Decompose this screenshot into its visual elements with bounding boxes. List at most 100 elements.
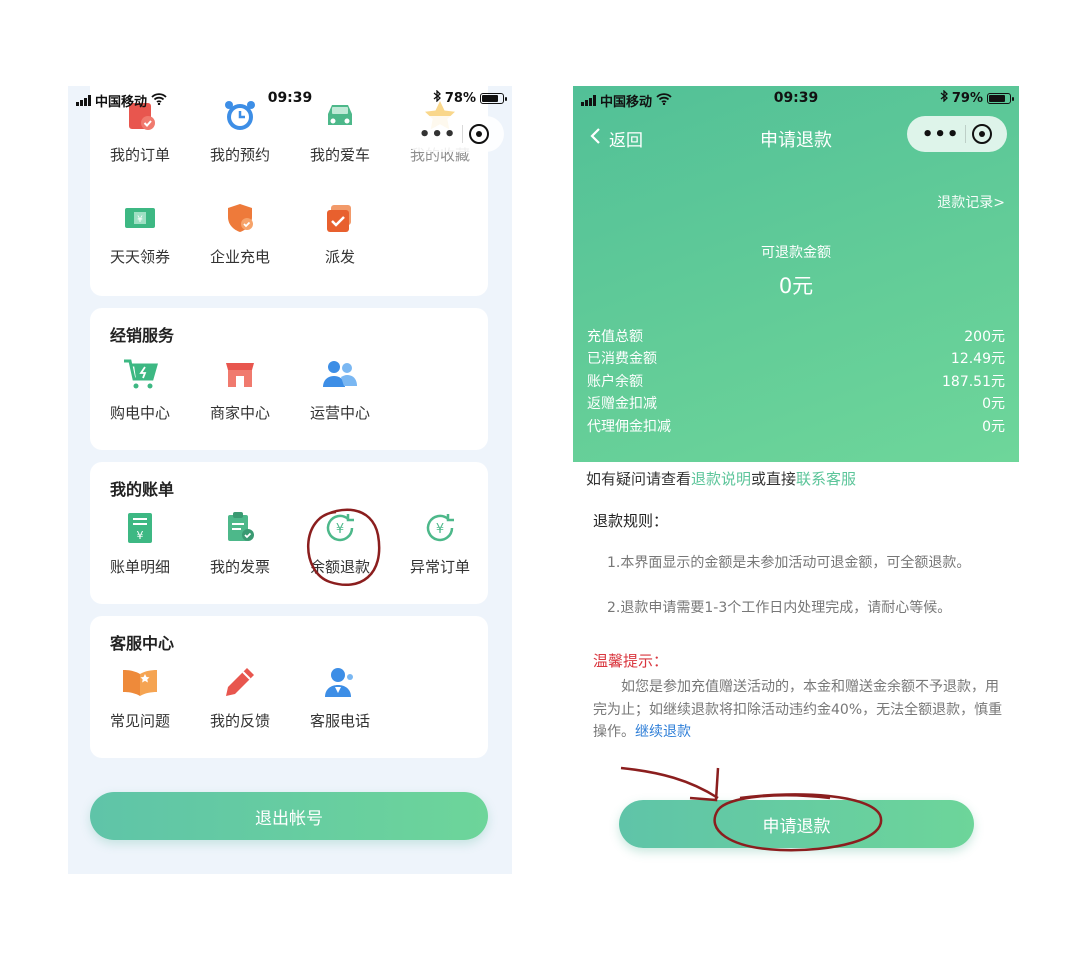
card-title: 经销服务 — [110, 326, 175, 345]
stat-label: 账户余额 — [587, 374, 643, 390]
refund-summary-header: 中国移动 09:39 79% 返回 申请退款 ••• 退款记录> 可退款金额 0… — [573, 86, 1019, 462]
grid-item-merchant-center[interactable]: 商家中心 — [190, 354, 290, 423]
grid-item-label: 我的订单 — [109, 146, 170, 164]
grid-item-label: 派发 — [324, 248, 355, 266]
grid-item-label: 购电中心 — [109, 404, 170, 422]
svg-text:¥: ¥ — [336, 522, 344, 537]
grid-item-daily-coupons[interactable]: ¥ 天天领券 — [90, 198, 190, 267]
invoice-icon — [220, 508, 260, 548]
dealer-services-card: 经销服务 购电中心 商家中心 运营中心 — [90, 308, 488, 450]
stat-row: 账户余额 187.51元 — [587, 371, 1005, 393]
pencil-icon — [220, 662, 260, 702]
refund-records-link[interactable]: 退款记录> — [937, 192, 1005, 212]
grid-item-my-invoices[interactable]: 我的发票 — [190, 508, 290, 577]
mini-program-capsule[interactable]: ••• — [907, 116, 1007, 152]
dispatch-icon — [320, 198, 360, 238]
help-text: 如有疑问请查看退款说明或直接联系客服 — [586, 468, 856, 489]
grid-item-label: 我的预约 — [209, 146, 270, 164]
available-amount-label: 可退款金额 — [761, 245, 831, 261]
stat-label: 充值总额 — [587, 329, 643, 345]
refund-rule-2: 2.退款申请需要1-3个工作日内处理完成，请耐心等候。 — [607, 600, 952, 616]
svg-text:¥: ¥ — [137, 529, 144, 542]
abnormal-order-icon: ¥ — [420, 508, 460, 548]
grid-item-label: 客服电话 — [309, 712, 370, 730]
grid-item-service-phone[interactable]: 客服电话 — [290, 662, 390, 731]
grid-item-label: 我的爱车 — [309, 146, 370, 164]
warm-tip-text: 如您是参加充值赠送活动的，本金和赠送金余额不予退款，用完为止；如继续退款将扣除活… — [593, 676, 1003, 744]
card-title: 客服中心 — [110, 634, 175, 653]
stat-value: 12.49元 — [950, 351, 1005, 367]
grid-item-abnormal-orders[interactable]: ¥ 异常订单 — [390, 508, 490, 577]
stat-row: 充值总额 200元 — [587, 326, 1005, 348]
capsule-divider — [965, 125, 967, 143]
stat-row: 已消费金额 12.49元 — [587, 348, 1005, 370]
svg-text:¥: ¥ — [137, 215, 143, 225]
status-right: 79% — [940, 89, 1014, 106]
status-bar: 中国移动 09:39 78% — [68, 86, 512, 112]
coupon-icon: ¥ — [120, 198, 160, 238]
grid-item-dispatch[interactable]: 派发 — [290, 198, 390, 267]
grid-item-label: 商家中心 — [209, 404, 270, 422]
stat-value: 187.51元 — [942, 374, 1005, 390]
bluetooth-icon — [940, 89, 948, 106]
cart-icon — [120, 354, 160, 394]
grid-item-label: 我的反馈 — [209, 712, 270, 730]
battery-icon — [480, 92, 507, 104]
stat-label: 已消费金额 — [587, 351, 657, 367]
refund-instructions-link[interactable]: 退款说明 — [691, 470, 751, 488]
enterprise-shield-icon — [220, 198, 260, 238]
grid-item-label: 常见问题 — [109, 712, 170, 730]
battery-percent: 78% — [444, 90, 476, 106]
grid-item-label: 账单明细 — [109, 558, 170, 576]
more-icon[interactable]: ••• — [419, 124, 457, 145]
battery-percent: 79% — [951, 90, 983, 106]
status-right: 78% — [433, 89, 507, 106]
grid-item-enterprise-charging[interactable]: 企业充电 — [190, 198, 290, 267]
right-phone-screen: 中国移动 09:39 79% 返回 申请退款 ••• 退款记录> 可退款金额 0… — [573, 86, 1019, 866]
close-target-icon[interactable] — [469, 124, 490, 144]
refund-rules-title: 退款规则： — [593, 512, 669, 530]
refund-icon: ¥ — [320, 508, 360, 548]
card-title: 我的账单 — [110, 480, 175, 499]
bill-icon: ¥ — [120, 508, 160, 548]
capsule-divider — [462, 125, 464, 143]
available-amount-value: 0元 — [778, 274, 814, 298]
more-icon[interactable]: ••• — [922, 124, 960, 145]
close-target-icon[interactable] — [972, 124, 993, 144]
grid-item-my-feedback[interactable]: 我的反馈 — [190, 662, 290, 731]
grid-item-operation-center[interactable]: 运营中心 — [290, 354, 390, 423]
help-middle: 或直接 — [751, 470, 797, 488]
refund-rule-1: 1.本界面显示的金额是未参加活动可退金额，可全额退款。 — [607, 555, 971, 571]
grid-item-label: 异常订单 — [409, 558, 470, 576]
grid-item-label: 天天领券 — [109, 248, 170, 266]
stat-value: 0元 — [982, 396, 1005, 412]
grid-item-bill-details[interactable]: ¥ 账单明细 — [90, 508, 190, 577]
stat-value: 200元 — [964, 329, 1005, 345]
grid-item-label: 企业充电 — [209, 248, 270, 266]
customer-service-card: 客服中心 常见问题 我的反馈 客服电话 — [90, 616, 488, 758]
users-icon — [320, 354, 360, 394]
bluetooth-icon — [433, 89, 441, 106]
grid-item-faq[interactable]: 常见问题 — [90, 662, 190, 731]
stat-row: 代理佣金扣减 0元 — [587, 416, 1005, 438]
support-agent-icon — [320, 662, 360, 702]
grid-item-label: 运营中心 — [309, 404, 370, 422]
grid-item-label: 我的发票 — [209, 558, 270, 576]
store-icon — [220, 354, 260, 394]
logout-button[interactable]: 退出帐号 — [90, 792, 488, 840]
battery-icon — [987, 92, 1014, 104]
stat-label: 返赠金扣减 — [587, 396, 657, 412]
grid-item-label: 余额退款 — [309, 558, 370, 576]
contact-support-link[interactable]: 联系客服 — [796, 470, 856, 488]
warm-tip-title: 温馨提示： — [593, 652, 669, 670]
grid-item-balance-refund[interactable]: ¥ 余额退款 — [290, 508, 390, 577]
help-prefix: 如有疑问请查看 — [586, 470, 692, 488]
svg-text:¥: ¥ — [436, 522, 444, 537]
grid-item-purchase-center[interactable]: 购电中心 — [90, 354, 190, 423]
book-icon — [120, 662, 160, 702]
continue-refund-link[interactable]: 继续退款 — [635, 724, 691, 740]
mini-program-capsule[interactable]: ••• — [404, 116, 504, 152]
left-phone-screen: 我的订单 我的预约 我的爱车 我的收藏 ¥ 天天领券 企业充电 派发 中国移动 … — [68, 86, 512, 874]
status-bar: 中国移动 09:39 79% — [573, 86, 1019, 112]
apply-refund-button[interactable]: 申请退款 — [619, 800, 974, 848]
